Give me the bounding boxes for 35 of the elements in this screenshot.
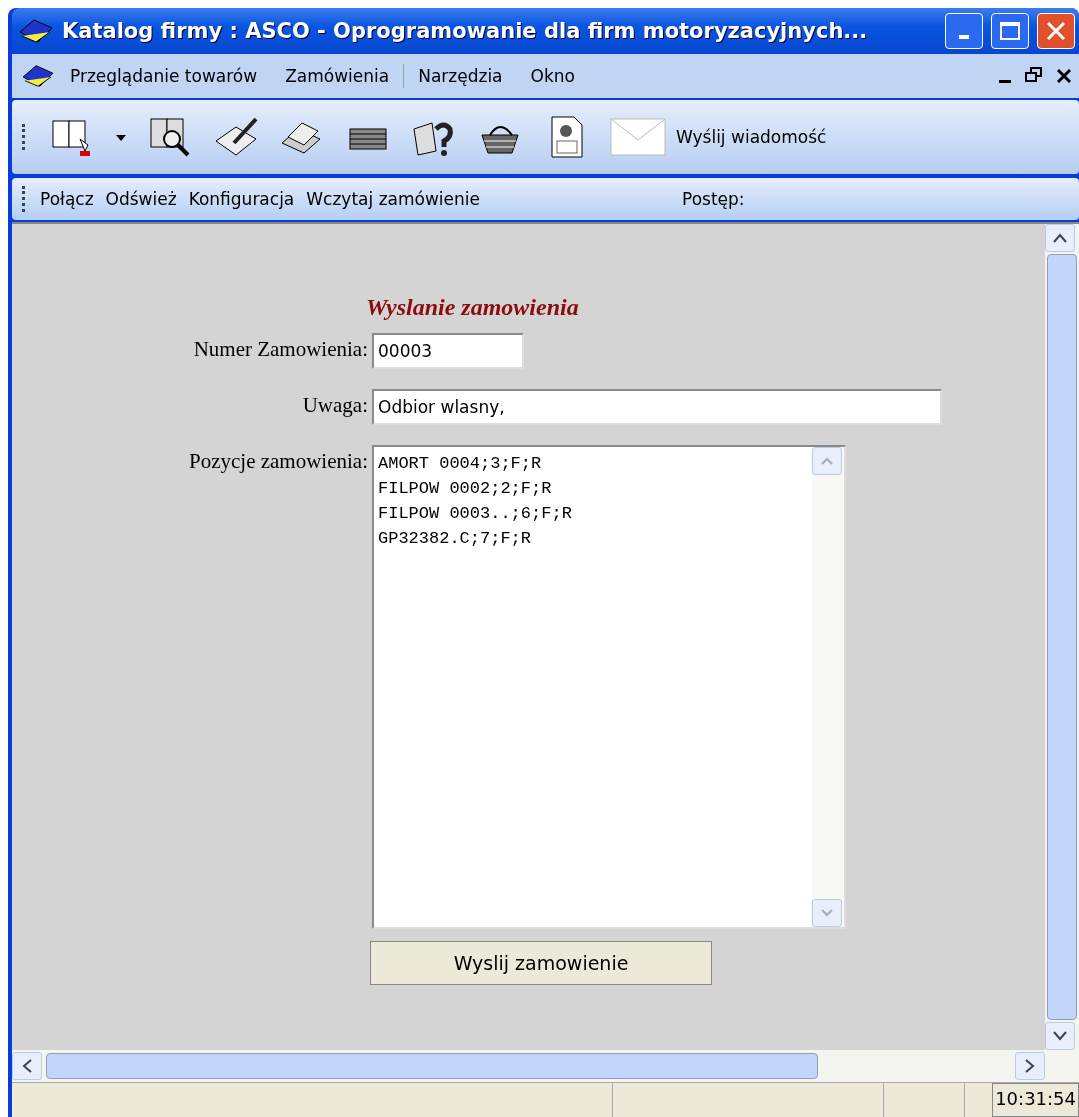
toolbar-item[interactable]: Odśwież xyxy=(105,189,177,209)
field-label: Pozycje zamowienia: xyxy=(188,448,369,474)
toolbar-item[interactable]: Połącz xyxy=(40,189,94,209)
restore-icon xyxy=(1025,66,1043,83)
field-label: Uwaga: xyxy=(301,392,369,418)
scroll-left-button[interactable] xyxy=(12,1052,42,1080)
menu-item[interactable]: Okno xyxy=(516,66,589,86)
book-magnifier-icon[interactable] xyxy=(148,115,192,159)
toolbar-item[interactable]: Wczytaj zamówienie xyxy=(306,189,480,209)
menu-item[interactable]: Przeglądanie towarów xyxy=(56,66,272,86)
send-message-button[interactable]: Wyślij wiadomość xyxy=(610,118,827,156)
envelope-icon xyxy=(610,118,666,156)
window-title: Katalog firmy : ASCO - Oprogramowanie dla firm motoryzacyjnych... xyxy=(62,19,869,43)
maximize-icon xyxy=(1000,22,1020,40)
minimize-icon xyxy=(999,79,1011,83)
menu-item[interactable]: Narzędzia xyxy=(404,66,517,86)
close-icon xyxy=(1057,68,1071,83)
text-field[interactable]: Odbior wlasny, xyxy=(372,389,942,425)
status-time: 10:31:54 xyxy=(992,1083,1079,1117)
scroll-down-button[interactable] xyxy=(1045,1022,1075,1050)
scroll-up-button[interactable] xyxy=(1045,224,1075,252)
text-field[interactable]: 00003 xyxy=(372,333,524,369)
scrollbar-thumb[interactable] xyxy=(46,1053,818,1079)
books-app-icon xyxy=(20,62,56,90)
close-icon xyxy=(1046,21,1066,41)
maximize-button[interactable] xyxy=(991,13,1029,49)
send-order-button[interactable]: Wyslij zamowienie xyxy=(370,941,712,985)
minimize-icon xyxy=(959,35,969,39)
menu-item[interactable]: Zamówienia xyxy=(271,66,404,86)
form-title: Wyslanie zamowienia xyxy=(366,294,579,321)
scrollbar-thumb[interactable] xyxy=(1047,254,1077,1020)
scroll-right-button[interactable] xyxy=(1015,1052,1045,1080)
progress-label: Postęp: xyxy=(682,189,745,209)
field-label: Numer Zamowienia: xyxy=(192,336,369,362)
toolbar-item[interactable]: Konfiguracja xyxy=(188,189,295,209)
